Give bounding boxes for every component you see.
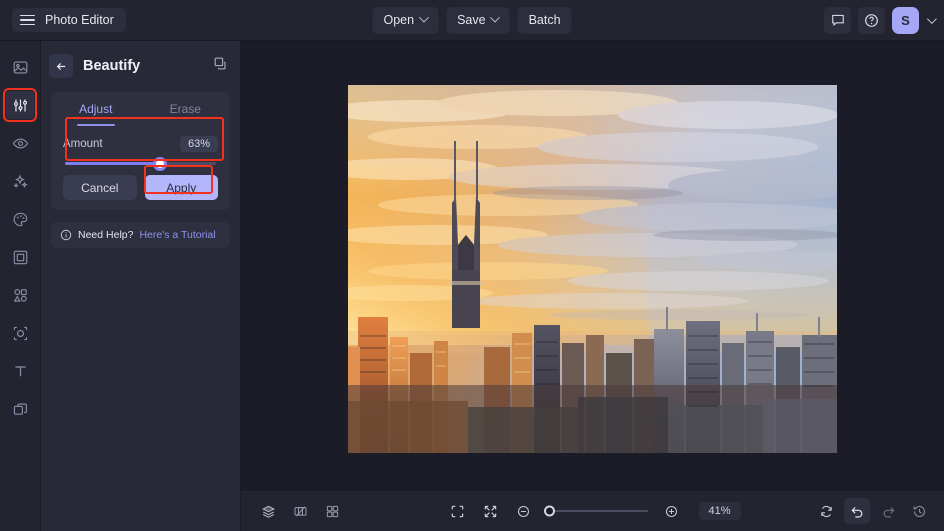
tutorial-link[interactable]: Here's a Tutorial xyxy=(139,229,215,241)
panel-title: Beautify xyxy=(83,58,141,74)
photo-image[interactable] xyxy=(348,85,837,453)
zoom-in-icon[interactable] xyxy=(659,498,685,524)
batch-button[interactable]: Batch xyxy=(517,6,572,34)
reset-icon[interactable] xyxy=(813,498,839,524)
chevron-down-icon[interactable] xyxy=(926,13,937,24)
apply-button[interactable]: Apply xyxy=(144,175,218,200)
amount-label: Amount xyxy=(63,138,103,150)
zoom-out-icon[interactable] xyxy=(511,498,537,524)
adjust-card: Adjust Erase Amount 63% Cancel Apply xyxy=(51,92,230,210)
amount-slider-block: Amount 63% xyxy=(51,126,230,171)
rail-item-effects[interactable] xyxy=(6,167,34,195)
grid-icon[interactable] xyxy=(319,498,345,524)
tool-rail xyxy=(0,41,41,531)
avatar[interactable]: S xyxy=(892,6,919,34)
history-icon[interactable] xyxy=(906,498,932,524)
top-right-actions: S xyxy=(824,6,937,34)
amount-value: 63% xyxy=(179,136,218,152)
cancel-button[interactable]: Cancel xyxy=(63,175,137,200)
zoom-controls: 41% xyxy=(445,498,741,524)
amount-row: Amount 63% xyxy=(63,136,218,152)
rail-item-adjust[interactable] xyxy=(3,88,37,122)
save-button[interactable]: Save xyxy=(446,6,510,34)
app-title: Photo Editor xyxy=(45,13,114,27)
top-center-actions: Open Save Batch xyxy=(372,6,572,34)
save-label: Save xyxy=(457,13,486,27)
tab-erase[interactable]: Erase xyxy=(141,92,231,126)
tab-adjust[interactable]: Adjust xyxy=(51,92,141,126)
batch-label: Batch xyxy=(528,13,561,27)
shrink-icon[interactable] xyxy=(478,498,504,524)
rail-item-cutout[interactable] xyxy=(6,319,34,347)
compare-icon[interactable] xyxy=(287,498,313,524)
info-icon xyxy=(60,229,72,241)
canvas-area xyxy=(241,41,944,490)
panel-actions: Cancel Apply xyxy=(51,171,230,200)
amount-slider[interactable] xyxy=(65,156,216,171)
help-icon[interactable] xyxy=(858,6,885,34)
rail-item-shapes[interactable] xyxy=(6,281,34,309)
panel-header: Beautify xyxy=(41,46,240,86)
amount-slider-fill xyxy=(65,162,161,165)
rail-item-layers[interactable] xyxy=(6,395,34,423)
need-help-banner[interactable]: Need Help? Here's a Tutorial xyxy=(51,222,230,248)
rail-item-text[interactable] xyxy=(6,357,34,385)
panel-tabs: Adjust Erase xyxy=(51,92,230,126)
back-arrow-icon[interactable] xyxy=(49,54,73,78)
app-menu-button[interactable]: Photo Editor xyxy=(12,8,126,32)
zoom-slider[interactable] xyxy=(544,505,648,517)
fit-screen-icon[interactable] xyxy=(445,498,471,524)
rail-item-color[interactable] xyxy=(6,205,34,233)
zoom-value: 41% xyxy=(698,502,741,520)
hamburger-icon[interactable] xyxy=(20,14,35,26)
bottom-bar: 41% xyxy=(241,490,944,531)
rail-item-retouch[interactable] xyxy=(6,129,34,157)
zoom-slider-handle[interactable] xyxy=(544,505,555,517)
feedback-icon[interactable] xyxy=(824,6,851,34)
layers-panel-icon[interactable] xyxy=(255,498,281,524)
open-button[interactable]: Open xyxy=(372,6,439,34)
open-label: Open xyxy=(383,13,415,27)
chevron-down-icon xyxy=(418,12,429,23)
tool-panel: Beautify Adjust Erase Amount 63% Cancel xyxy=(41,41,241,531)
top-bar: Photo Editor Open Save Batch S xyxy=(0,0,944,41)
chevron-down-icon xyxy=(490,12,501,23)
bottom-left-tools xyxy=(255,498,345,524)
redo-icon[interactable] xyxy=(875,498,901,524)
duplicate-icon[interactable] xyxy=(213,56,228,76)
rail-item-image[interactable] xyxy=(6,53,34,81)
history-controls xyxy=(813,498,932,524)
amount-slider-handle[interactable] xyxy=(153,156,168,171)
rail-item-frame[interactable] xyxy=(6,243,34,271)
undo-icon[interactable] xyxy=(844,498,870,524)
need-help-text: Need Help? xyxy=(78,229,134,241)
